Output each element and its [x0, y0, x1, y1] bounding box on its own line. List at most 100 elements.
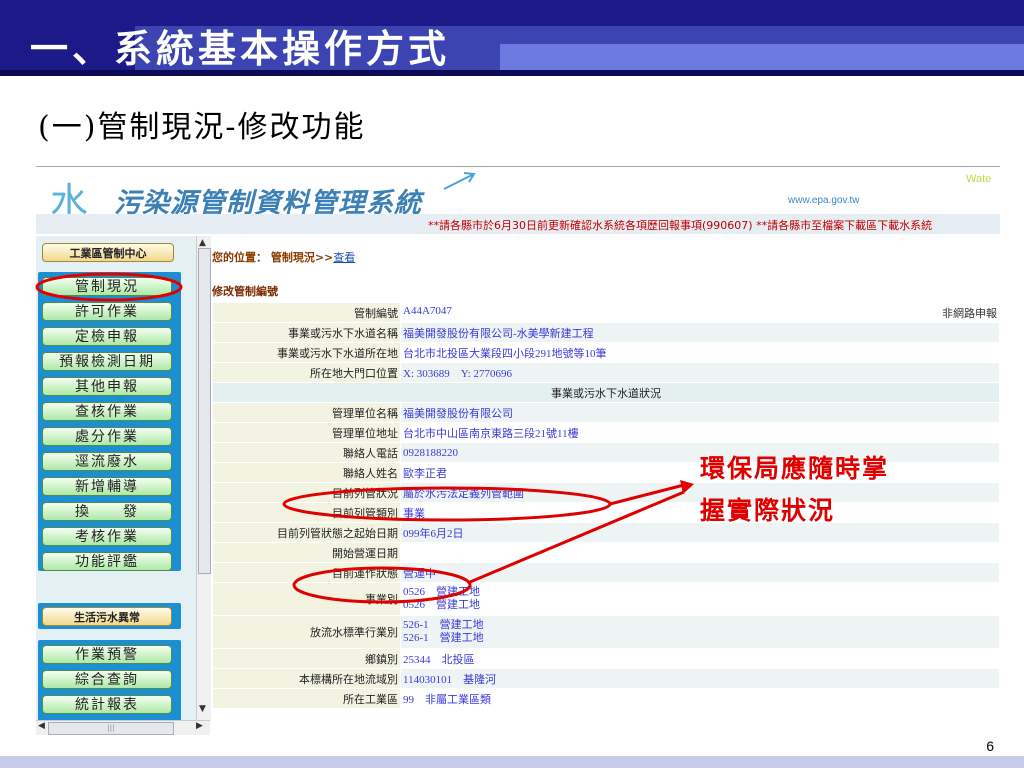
menu-item-guidance[interactable]: 新增輔導 — [42, 477, 172, 496]
notice-bar: **請各縣市於6月30日前更新確認水系統各項歷回報事項(990607) **請各… — [36, 214, 1000, 234]
field-value-text: 0928188220 — [403, 446, 458, 459]
field-value-text: 歐李正君 — [403, 467, 447, 480]
field-label: 目前列管狀況 — [212, 482, 401, 503]
field-label: 所在地大門口位置 — [212, 362, 401, 383]
menu-item-query[interactable]: 綜合查詢 — [42, 670, 172, 689]
banner-corner-text: Wate — [966, 173, 992, 185]
field-label: 鄉鎮別 — [212, 648, 401, 669]
menu-item-audit[interactable]: 查核作業 — [42, 402, 172, 421]
field-value: 114030101 基隆河 — [400, 668, 1000, 689]
field-value-text: 25344 北投區 — [403, 653, 475, 666]
breadcrumb: 您的位置： 管制現況>>查看 — [212, 249, 355, 265]
scroll-up-icon[interactable]: ▲ — [199, 238, 206, 248]
field-value: 福美開發股份有限公司-水美學新建工程 — [400, 322, 1000, 343]
field-value-line: 526-1 營建工地 — [403, 619, 484, 631]
table-row: 事業或污水下水道所在地 台北市北投區大業段四小段291地號等10筆 — [212, 342, 1000, 363]
field-label: 聯絡人姓名 — [212, 462, 401, 483]
table-row: 放流水標準行業別 526-1 營建工地 526-1 營建工地 — [212, 615, 1000, 649]
menu-item-runoff[interactable]: 逕流廢水 — [42, 452, 172, 471]
menu-item-evaluation[interactable]: 功能評鑑 — [42, 552, 172, 571]
scroll-thumb[interactable] — [198, 248, 211, 574]
menu-domestic-sewage[interactable]: 生活污水異常 — [42, 607, 172, 626]
section-title: 修改管制編號 — [212, 285, 278, 298]
menu-item-penalty[interactable]: 處分作業 — [42, 427, 172, 446]
field-label: 管理單位名稱 — [212, 402, 401, 423]
field-label: 事業或污水下水道名稱 — [212, 322, 401, 343]
field-label: 目前列管類別 — [212, 502, 401, 523]
field-value: 526-1 營建工地 526-1 營建工地 — [400, 615, 1000, 649]
menu-item-alert[interactable]: 作業預警 — [42, 645, 172, 664]
breadcrumb-view-link[interactable]: 查看 — [333, 251, 355, 264]
field-label: 事業別 — [212, 582, 401, 616]
table-row: 事業或污水下水道狀況 — [212, 382, 1000, 403]
menu-item-permit[interactable]: 許可作業 — [42, 302, 172, 321]
menu-item-inspection[interactable]: 定檢申報 — [42, 327, 172, 346]
field-value-text: 台北市中山區南京東路三段21號11樓 — [403, 427, 579, 440]
menu-item-assessment[interactable]: 考核作業 — [42, 527, 172, 546]
field-value-text: 114030101 基隆河 — [403, 673, 497, 686]
field-value: 營運中 — [400, 562, 1000, 583]
table-row: 目前運作狀態 營運中 — [212, 562, 1000, 583]
field-value: A44A7047 非網路申報 — [400, 302, 1000, 323]
table-row: 鄉鎮別 25344 北投區 — [212, 648, 1000, 669]
breadcrumb-label: 您的位置： 管制現況>> — [212, 251, 334, 264]
left-menu: 工業區管制中心 管制現況許可作業定檢申報預報檢測日期 其他申報查核作業處分作業逕流… — [36, 236, 196, 723]
slide-footer-bar — [0, 756, 1024, 768]
field-value-text: 福美開發股份有限公司-水美學新建工程 — [403, 327, 594, 340]
field-value-text: 台北市北投區大業段四小段291地號等10筆 — [403, 347, 607, 360]
menu-item-forecast[interactable]: 預報檢測日期 — [42, 352, 172, 371]
field-label: 目前運作狀態 — [212, 562, 401, 583]
field-label: 本標構所在地流域別 — [212, 668, 401, 689]
field-label: 開始營運日期 — [212, 542, 401, 563]
field-value-text: 事業 — [403, 507, 425, 520]
table-row: 管制編號 A44A7047 非網路申報 — [212, 302, 1000, 323]
menu-horizontal-scrollbar[interactable]: ◀ ||| ▶ — [36, 720, 210, 735]
slide-title: 一、系統基本操作方式 — [30, 26, 451, 71]
system-banner: 水 污染源管制資料管理系統 www.epa.gov.tw Wate — [36, 167, 1000, 224]
epa-url: www.epa.gov.tw — [788, 195, 860, 206]
scroll-down-icon[interactable]: ▼ — [199, 704, 206, 714]
annotation-line-1: 環保局應隨時掌 — [700, 454, 890, 483]
menu-item-renew[interactable]: 換 發 — [42, 502, 172, 521]
field-label: 聯絡人電話 — [212, 442, 401, 463]
menu-industrial-center[interactable]: 工業區管制中心 — [42, 243, 174, 262]
field-value-text: 福美開發股份有限公司 — [403, 407, 513, 420]
table-row: 事業或污水下水道名稱 福美開發股份有限公司-水美學新建工程 — [212, 322, 1000, 343]
field-label: 管理單位地址 — [212, 422, 401, 443]
field-value-text: 營運中 — [403, 567, 436, 580]
menu-item-other[interactable]: 其他申報 — [42, 377, 172, 396]
field-value: 25344 北投區 — [400, 648, 1000, 669]
field-value: X: 303689 Y: 2770696 — [400, 362, 1000, 383]
menu-item-report[interactable]: 統計報表 — [42, 695, 172, 714]
table-row: 本標構所在地流域別 114030101 基隆河 — [212, 668, 1000, 689]
field-value-line: 0526 營建工地 — [403, 586, 480, 598]
table-row: 所在地大門口位置 X: 303689 Y: 2770696 — [212, 362, 1000, 383]
field-label: 管制編號 — [212, 302, 401, 323]
field-value: 0526 營建工地 0526 營建工地 — [400, 582, 1000, 616]
table-row: 管理單位地址 台北市中山區南京東路三段21號11樓 — [212, 422, 1000, 443]
scroll-right-icon[interactable]: ▶ — [196, 721, 203, 731]
scroll-left-icon[interactable]: ◀ — [38, 721, 45, 731]
page-number: 6 — [986, 738, 994, 754]
field-label: 目前列管狀態之起始日期 — [212, 522, 401, 543]
field-value-text: X: 303689 Y: 2770696 — [403, 367, 512, 380]
field-value-text: 99 非屬工業區類 — [403, 693, 491, 706]
table-section-header: 事業或污水下水道狀況 — [212, 382, 1000, 403]
menu-item-status[interactable]: 管制現況 — [42, 277, 172, 296]
menu-vertical-scrollbar[interactable]: ▲ ▼ — [196, 236, 211, 723]
field-value-line: 0526 營建工地 — [403, 599, 480, 611]
field-value: 99 非屬工業區類 — [400, 688, 1000, 709]
field-label: 事業或污水下水道所在地 — [212, 342, 401, 363]
table-row: 管理單位名稱 福美開發股份有限公司 — [212, 402, 1000, 423]
arrow-logo-icon — [443, 172, 476, 190]
slide-header-band-light — [500, 44, 1024, 70]
h-scroll-thumb[interactable]: ||| — [48, 722, 174, 735]
annotation-text: 環保局應隨時掌 握實際狀況 — [700, 448, 889, 532]
field-value: 台北市中山區南京東路三段21號11樓 — [400, 422, 1000, 443]
field-label: 放流水標準行業別 — [212, 615, 401, 649]
table-row: 事業別 0526 營建工地 0526 營建工地 — [212, 582, 1000, 616]
field-label: 所在工業區 — [212, 688, 401, 709]
field-value — [400, 542, 1000, 563]
field-value-text: 099年6月2日 — [403, 527, 464, 540]
field-value: 台北市北投區大業段四小段291地號等10筆 — [400, 342, 1000, 363]
